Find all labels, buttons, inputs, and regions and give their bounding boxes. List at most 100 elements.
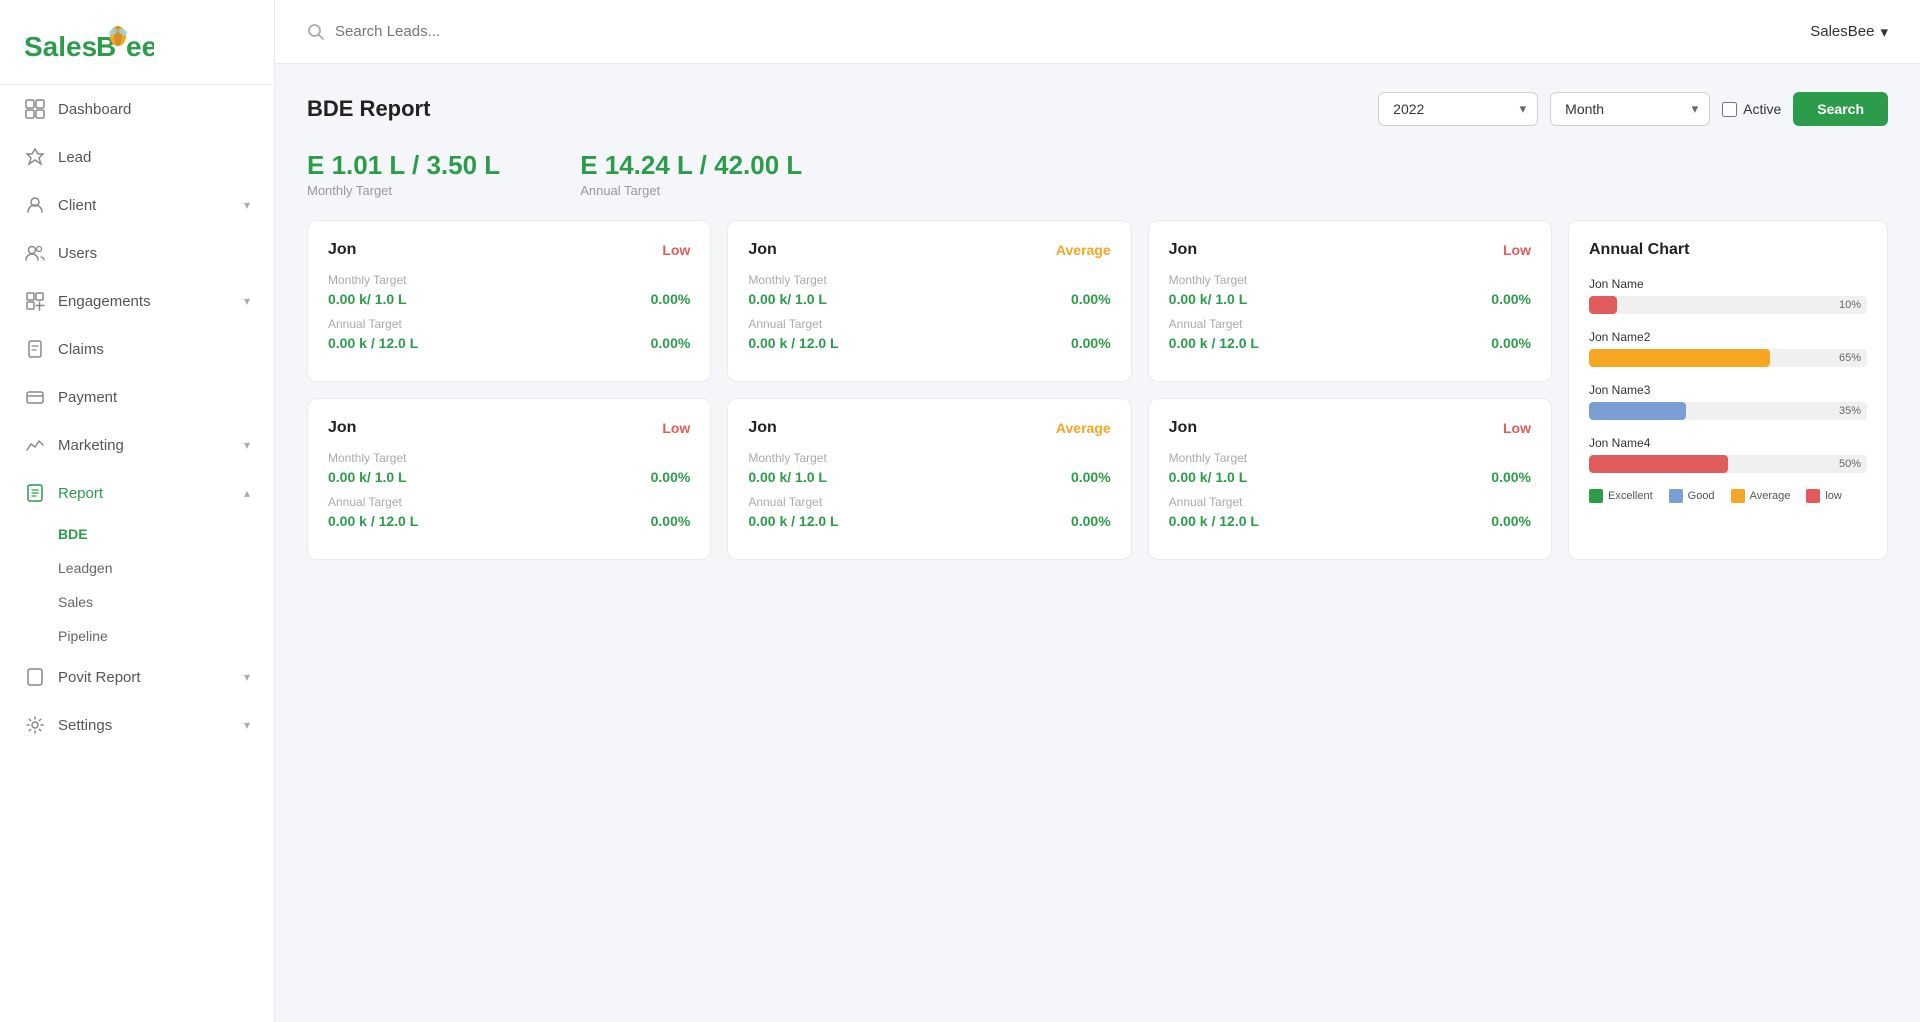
active-checkbox-label[interactable]: Active <box>1722 101 1781 117</box>
sidebar-item-dashboard[interactable]: Dashboard <box>0 85 274 133</box>
legend-excellent-label: Excellent <box>1608 490 1653 502</box>
sidebar-item-payment-label: Payment <box>58 389 250 406</box>
user-chevron-icon: ▾ <box>1880 23 1888 41</box>
chart-legend: Excellent Good Average low <box>1589 489 1867 503</box>
card-monthly-val-2-3: 0.00 k/ 1.0 L <box>1169 469 1248 485</box>
chart-bar-4: Jon Name4 50% <box>1589 436 1867 473</box>
chart-bar-fill-4 <box>1589 455 1728 473</box>
page-header: BDE Report 2022 2021 2023 Month JanuaryF… <box>307 92 1888 126</box>
card-annual-row-2-3: Annual Target 0.00 k / 12.0 L 0.00% <box>1169 495 1531 529</box>
card-header-2-1: Jon Low <box>328 419 690 437</box>
sidebar-item-settings-label: Settings <box>58 717 232 734</box>
card-annual-val-2-1: 0.00 k / 12.0 L <box>328 513 418 529</box>
svg-text:ee: ee <box>126 31 154 62</box>
chart-bar-track-2: 65% <box>1589 349 1867 367</box>
povit-chevron-icon: ▾ <box>244 670 250 684</box>
card-name-2-2: Jon <box>748 419 776 437</box>
search-button[interactable]: Search <box>1793 92 1888 126</box>
sidebar-item-povit-report[interactable]: Povit Report ▾ <box>0 653 274 701</box>
subnav-pipeline[interactable]: Pipeline <box>58 619 274 653</box>
sidebar-item-client[interactable]: Client ▾ <box>0 181 274 229</box>
legend-good-label: Good <box>1688 490 1715 502</box>
card-monthly-label-1-1: Monthly Target <box>328 273 690 287</box>
chart-bar-fill-1 <box>1589 296 1617 314</box>
card-monthly-label-2-2: Monthly Target <box>748 451 1110 465</box>
engagements-chevron-icon: ▾ <box>244 294 250 308</box>
card-annual-pct-2-2: 0.00% <box>1071 513 1111 529</box>
chart-bar-pct-4: 50% <box>1839 455 1861 473</box>
search-input[interactable] <box>335 23 635 40</box>
card-monthly-values-2-1: 0.00 k/ 1.0 L 0.00% <box>328 469 690 485</box>
card-header-2-3: Jon Low <box>1169 419 1531 437</box>
card-annual-values-2-2: 0.00 k / 12.0 L 0.00% <box>748 513 1110 529</box>
sidebar-item-settings[interactable]: Settings ▾ <box>0 701 274 749</box>
card-status-2-1: Low <box>662 420 690 436</box>
card-annual-val-1-2: 0.00 k / 12.0 L <box>748 335 838 351</box>
chart-bar-name-4: Jon Name4 <box>1589 436 1867 450</box>
card-annual-label-1-2: Annual Target <box>748 317 1110 331</box>
sidebar-item-dashboard-label: Dashboard <box>58 101 250 118</box>
logo: Sales B ee <box>0 0 274 85</box>
bde-card-2-3: Jon Low Monthly Target 0.00 k/ 1.0 L 0.0… <box>1148 398 1552 560</box>
sidebar-item-report[interactable]: Report ▴ <box>0 469 274 517</box>
subnav-sales[interactable]: Sales <box>58 585 274 619</box>
cards-grid: Jon Low Monthly Target 0.00 k/ 1.0 L 0.0… <box>307 220 1888 560</box>
user-menu[interactable]: SalesBee ▾ <box>1810 23 1888 41</box>
search-wrap <box>307 23 1810 41</box>
card-monthly-pct-1-3: 0.00% <box>1491 291 1531 307</box>
users-icon <box>24 242 46 264</box>
chart-bar-3: Jon Name3 35% <box>1589 383 1867 420</box>
chart-bar-track-4: 50% <box>1589 455 1867 473</box>
settings-icon <box>24 714 46 736</box>
annual-target-block: E 14.24 L / 42.00 L Annual Target <box>580 150 802 198</box>
card-monthly-label-1-3: Monthly Target <box>1169 273 1531 287</box>
monthly-target-label: Monthly Target <box>307 183 500 198</box>
monthly-target-block: E 1.01 L / 3.50 L Monthly Target <box>307 150 500 198</box>
chart-bar-name-3: Jon Name3 <box>1589 383 1867 397</box>
card-annual-row-1-3: Annual Target 0.00 k / 12.0 L 0.00% <box>1169 317 1531 351</box>
chart-bar-track-1: 10% <box>1589 296 1867 314</box>
card-annual-values-2-1: 0.00 k / 12.0 L 0.00% <box>328 513 690 529</box>
sidebar-item-client-label: Client <box>58 197 232 214</box>
sidebar-item-users[interactable]: Users <box>0 229 274 277</box>
legend-low: low <box>1806 489 1842 503</box>
year-select[interactable]: 2022 2021 2023 <box>1378 92 1538 126</box>
card-monthly-pct-2-2: 0.00% <box>1071 469 1111 485</box>
card-monthly-values-1-1: 0.00 k/ 1.0 L 0.00% <box>328 291 690 307</box>
claims-icon <box>24 338 46 360</box>
chart-bar-pct-1: 10% <box>1839 296 1861 314</box>
sidebar-item-claims[interactable]: Claims <box>0 325 274 373</box>
card-name-1-2: Jon <box>748 241 776 259</box>
report-chevron-icon: ▴ <box>244 486 250 500</box>
card-annual-pct-1-2: 0.00% <box>1071 335 1111 351</box>
sidebar-item-marketing[interactable]: Marketing ▾ <box>0 421 274 469</box>
card-name-2-3: Jon <box>1169 419 1197 437</box>
sidebar-item-povit-label: Povit Report <box>58 669 232 686</box>
card-annual-pct-1-1: 0.00% <box>651 335 691 351</box>
card-name-2-1: Jon <box>328 419 356 437</box>
bde-card-2-1: Jon Low Monthly Target 0.00 k/ 1.0 L 0.0… <box>307 398 711 560</box>
card-annual-pct-2-1: 0.00% <box>651 513 691 529</box>
month-select[interactable]: Month JanuaryFebruaryMarch AprilMayJune … <box>1550 92 1710 126</box>
card-monthly-label-2-3: Monthly Target <box>1169 451 1531 465</box>
card-name-1-3: Jon <box>1169 241 1197 259</box>
sidebar-item-payment[interactable]: Payment <box>0 373 274 421</box>
sidebar-item-lead[interactable]: Lead <box>0 133 274 181</box>
card-status-1-2: Average <box>1056 242 1111 258</box>
targets-row: E 1.01 L / 3.50 L Monthly Target E 14.24… <box>307 150 1888 198</box>
topbar: SalesBee ▾ <box>275 0 1920 64</box>
subnav-leadgen[interactable]: Leadgen <box>58 551 274 585</box>
active-checkbox[interactable] <box>1722 102 1737 117</box>
subnav-bde[interactable]: BDE <box>58 517 274 551</box>
sidebar-item-engagements[interactable]: Engagements ▾ <box>0 277 274 325</box>
sidebar-item-users-label: Users <box>58 245 250 262</box>
card-status-1-1: Low <box>662 242 690 258</box>
sidebar: Sales B ee Dashboard Lead Client ▾ <box>0 0 275 1022</box>
card-name-1-1: Jon <box>328 241 356 259</box>
card-status-1-3: Low <box>1503 242 1531 258</box>
card-monthly-row-1-1: Monthly Target 0.00 k/ 1.0 L 0.00% <box>328 273 690 307</box>
page-content: BDE Report 2022 2021 2023 Month JanuaryF… <box>275 64 1920 1022</box>
card-monthly-val-1-2: 0.00 k/ 1.0 L <box>748 291 827 307</box>
legend-low-dot <box>1806 489 1820 503</box>
card-monthly-row-1-2: Monthly Target 0.00 k/ 1.0 L 0.00% <box>748 273 1110 307</box>
